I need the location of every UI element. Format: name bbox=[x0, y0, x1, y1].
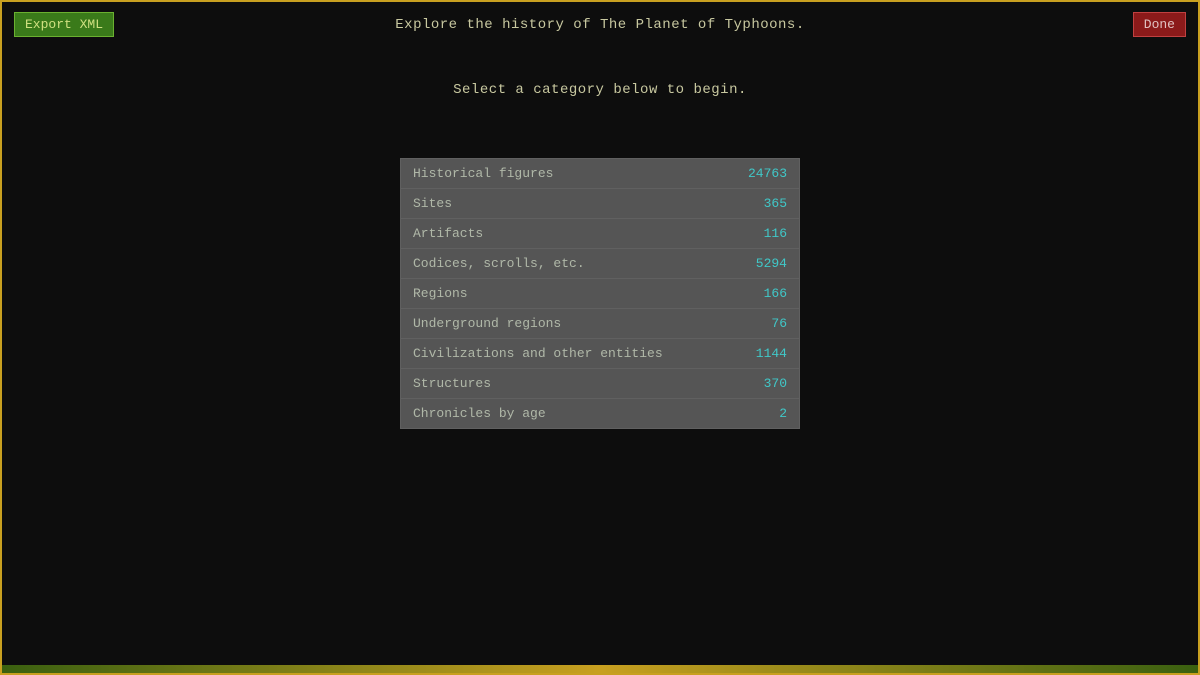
category-name: Codices, scrolls, etc. bbox=[413, 256, 585, 271]
category-count: 24763 bbox=[748, 166, 787, 181]
app-container: Export XML Explore the history of The Pl… bbox=[2, 2, 1198, 673]
category-name: Sites bbox=[413, 196, 452, 211]
page-title: Explore the history of The Planet of Typ… bbox=[395, 17, 804, 33]
export-xml-button[interactable]: Export XML bbox=[14, 12, 114, 37]
category-count: 76 bbox=[771, 316, 787, 331]
category-name: Regions bbox=[413, 286, 468, 301]
category-count: 2 bbox=[779, 406, 787, 421]
category-name: Structures bbox=[413, 376, 491, 391]
category-name: Artifacts bbox=[413, 226, 483, 241]
category-count: 1144 bbox=[756, 346, 787, 361]
category-item[interactable]: Chronicles by age 2 bbox=[401, 399, 799, 428]
category-list: Historical figures 24763 Sites 365 Artifacts… bbox=[400, 158, 800, 429]
category-count: 116 bbox=[764, 226, 787, 241]
category-count: 166 bbox=[764, 286, 787, 301]
top-bar: Export XML Explore the history of The Pl… bbox=[2, 2, 1198, 47]
category-count: 370 bbox=[764, 376, 787, 391]
category-count: 5294 bbox=[756, 256, 787, 271]
category-count: 365 bbox=[764, 196, 787, 211]
category-name: Civilizations and other entities bbox=[413, 346, 663, 361]
category-name: Historical figures bbox=[413, 166, 553, 181]
category-item[interactable]: Regions 166 bbox=[401, 279, 799, 309]
category-item[interactable]: Structures 370 bbox=[401, 369, 799, 399]
category-item[interactable]: Historical figures 24763 bbox=[401, 159, 799, 189]
done-button[interactable]: Done bbox=[1133, 12, 1186, 37]
category-item[interactable]: Civilizations and other entities 1144 bbox=[401, 339, 799, 369]
category-item[interactable]: Underground regions 76 bbox=[401, 309, 799, 339]
category-name: Underground regions bbox=[413, 316, 561, 331]
category-item[interactable]: Codices, scrolls, etc. 5294 bbox=[401, 249, 799, 279]
category-item[interactable]: Artifacts 116 bbox=[401, 219, 799, 249]
bottom-border bbox=[2, 665, 1198, 673]
category-item[interactable]: Sites 365 bbox=[401, 189, 799, 219]
subtitle-text: Select a category below to begin. bbox=[453, 82, 747, 98]
category-name: Chronicles by age bbox=[413, 406, 546, 421]
